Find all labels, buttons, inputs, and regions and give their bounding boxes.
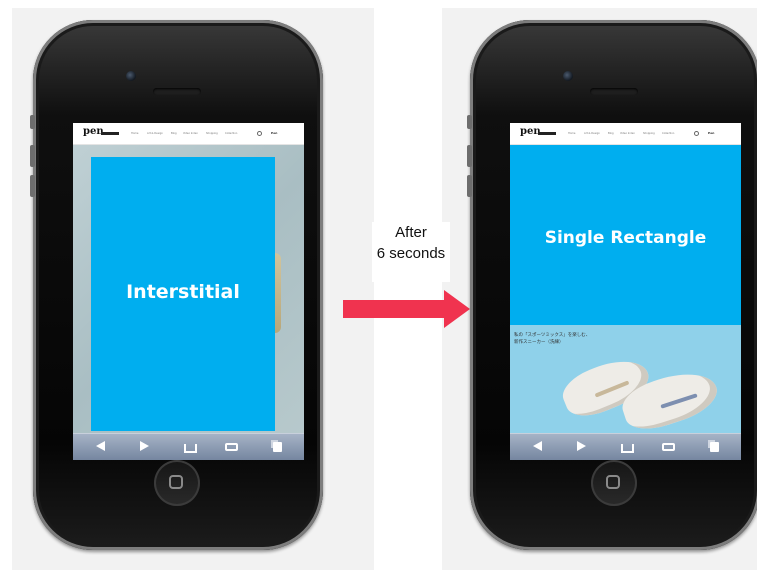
nav-item[interactable]: Shopping <box>643 132 655 135</box>
back-icon[interactable] <box>533 441 542 451</box>
earpiece-speaker <box>153 88 201 95</box>
transition-line-2: 6 seconds <box>376 245 446 262</box>
single-rectangle-ad[interactable]: Single Rectangle <box>510 145 741 325</box>
home-button-icon <box>169 475 183 489</box>
logo-bar <box>101 132 119 135</box>
search-icon[interactable] <box>694 131 699 136</box>
search-icon[interactable] <box>257 131 262 136</box>
share-icon[interactable] <box>184 444 197 453</box>
site-header: pen Home Art & Design Blog Video Index S… <box>510 123 741 145</box>
transition-line-1: After <box>395 224 427 241</box>
interstitial-ad[interactable]: Interstitial <box>91 157 275 431</box>
phone-interstitial: pen Home Art & Design Blog Video Index S… <box>30 20 323 550</box>
tabs-icon[interactable] <box>710 442 719 452</box>
nav-item[interactable]: Video Index <box>620 132 635 135</box>
volume-down-button <box>30 175 35 197</box>
browser-toolbar <box>510 433 741 460</box>
ad-label: Interstitial <box>126 281 240 303</box>
volume-up-button <box>467 145 472 167</box>
nav-item[interactable]: Blog <box>608 132 614 135</box>
ad-label: Single Rectangle <box>544 228 707 248</box>
home-button[interactable] <box>154 460 200 506</box>
mute-switch <box>30 115 35 129</box>
nav-item[interactable]: Art & Design <box>584 132 600 135</box>
logo-bar <box>538 132 556 135</box>
transition-caption: After 6 seconds <box>372 222 450 282</box>
nav-item[interactable]: Blog <box>171 132 177 135</box>
nav-item[interactable]: Collection <box>225 132 237 135</box>
volume-down-button <box>467 175 472 197</box>
nav-item[interactable]: Collection <box>662 132 674 135</box>
header-brand[interactable]: Pen <box>271 131 277 135</box>
nav-item[interactable]: Video Index <box>183 132 198 135</box>
phone-screen: pen Home Art & Design Blog Video Index S… <box>510 123 741 460</box>
nav-item[interactable]: Home <box>131 132 138 135</box>
volume-up-button <box>30 145 35 167</box>
arrow-head <box>444 290 470 328</box>
transition-arrow <box>343 290 483 328</box>
home-button-icon <box>606 475 620 489</box>
nav-item[interactable]: Art & Design <box>147 132 163 135</box>
bookmarks-icon[interactable] <box>662 443 675 451</box>
nav-item[interactable]: Home <box>568 132 575 135</box>
share-icon[interactable] <box>621 444 634 453</box>
article-image[interactable]: 私の「スポーツミックス」を楽しむ、 新作スニーカー（洗練） <box>510 325 741 433</box>
nav-item[interactable]: Shopping <box>206 132 218 135</box>
article-caption: 私の「スポーツミックス」を楽しむ、 新作スニーカー（洗練） <box>514 332 590 346</box>
forward-icon[interactable] <box>140 441 149 451</box>
phone-single-rectangle: pen Home Art & Design Blog Video Index S… <box>467 20 757 550</box>
arrow-shaft <box>343 300 446 318</box>
front-camera <box>126 71 136 81</box>
tabs-icon[interactable] <box>273 442 282 452</box>
mute-switch <box>467 115 472 129</box>
home-button[interactable] <box>591 460 637 506</box>
back-icon[interactable] <box>96 441 105 451</box>
browser-toolbar <box>73 433 304 460</box>
article-caption-line: 新作スニーカー（洗練） <box>514 340 564 345</box>
front-camera <box>563 71 573 81</box>
earpiece-speaker <box>590 88 638 95</box>
site-header: pen Home Art & Design Blog Video Index S… <box>73 123 304 145</box>
forward-icon[interactable] <box>577 441 586 451</box>
phone-screen: pen Home Art & Design Blog Video Index S… <box>73 123 304 460</box>
article-caption-line: 私の「スポーツミックス」を楽しむ、 <box>514 333 591 338</box>
header-brand[interactable]: Pen <box>708 131 714 135</box>
bookmarks-icon[interactable] <box>225 443 238 451</box>
